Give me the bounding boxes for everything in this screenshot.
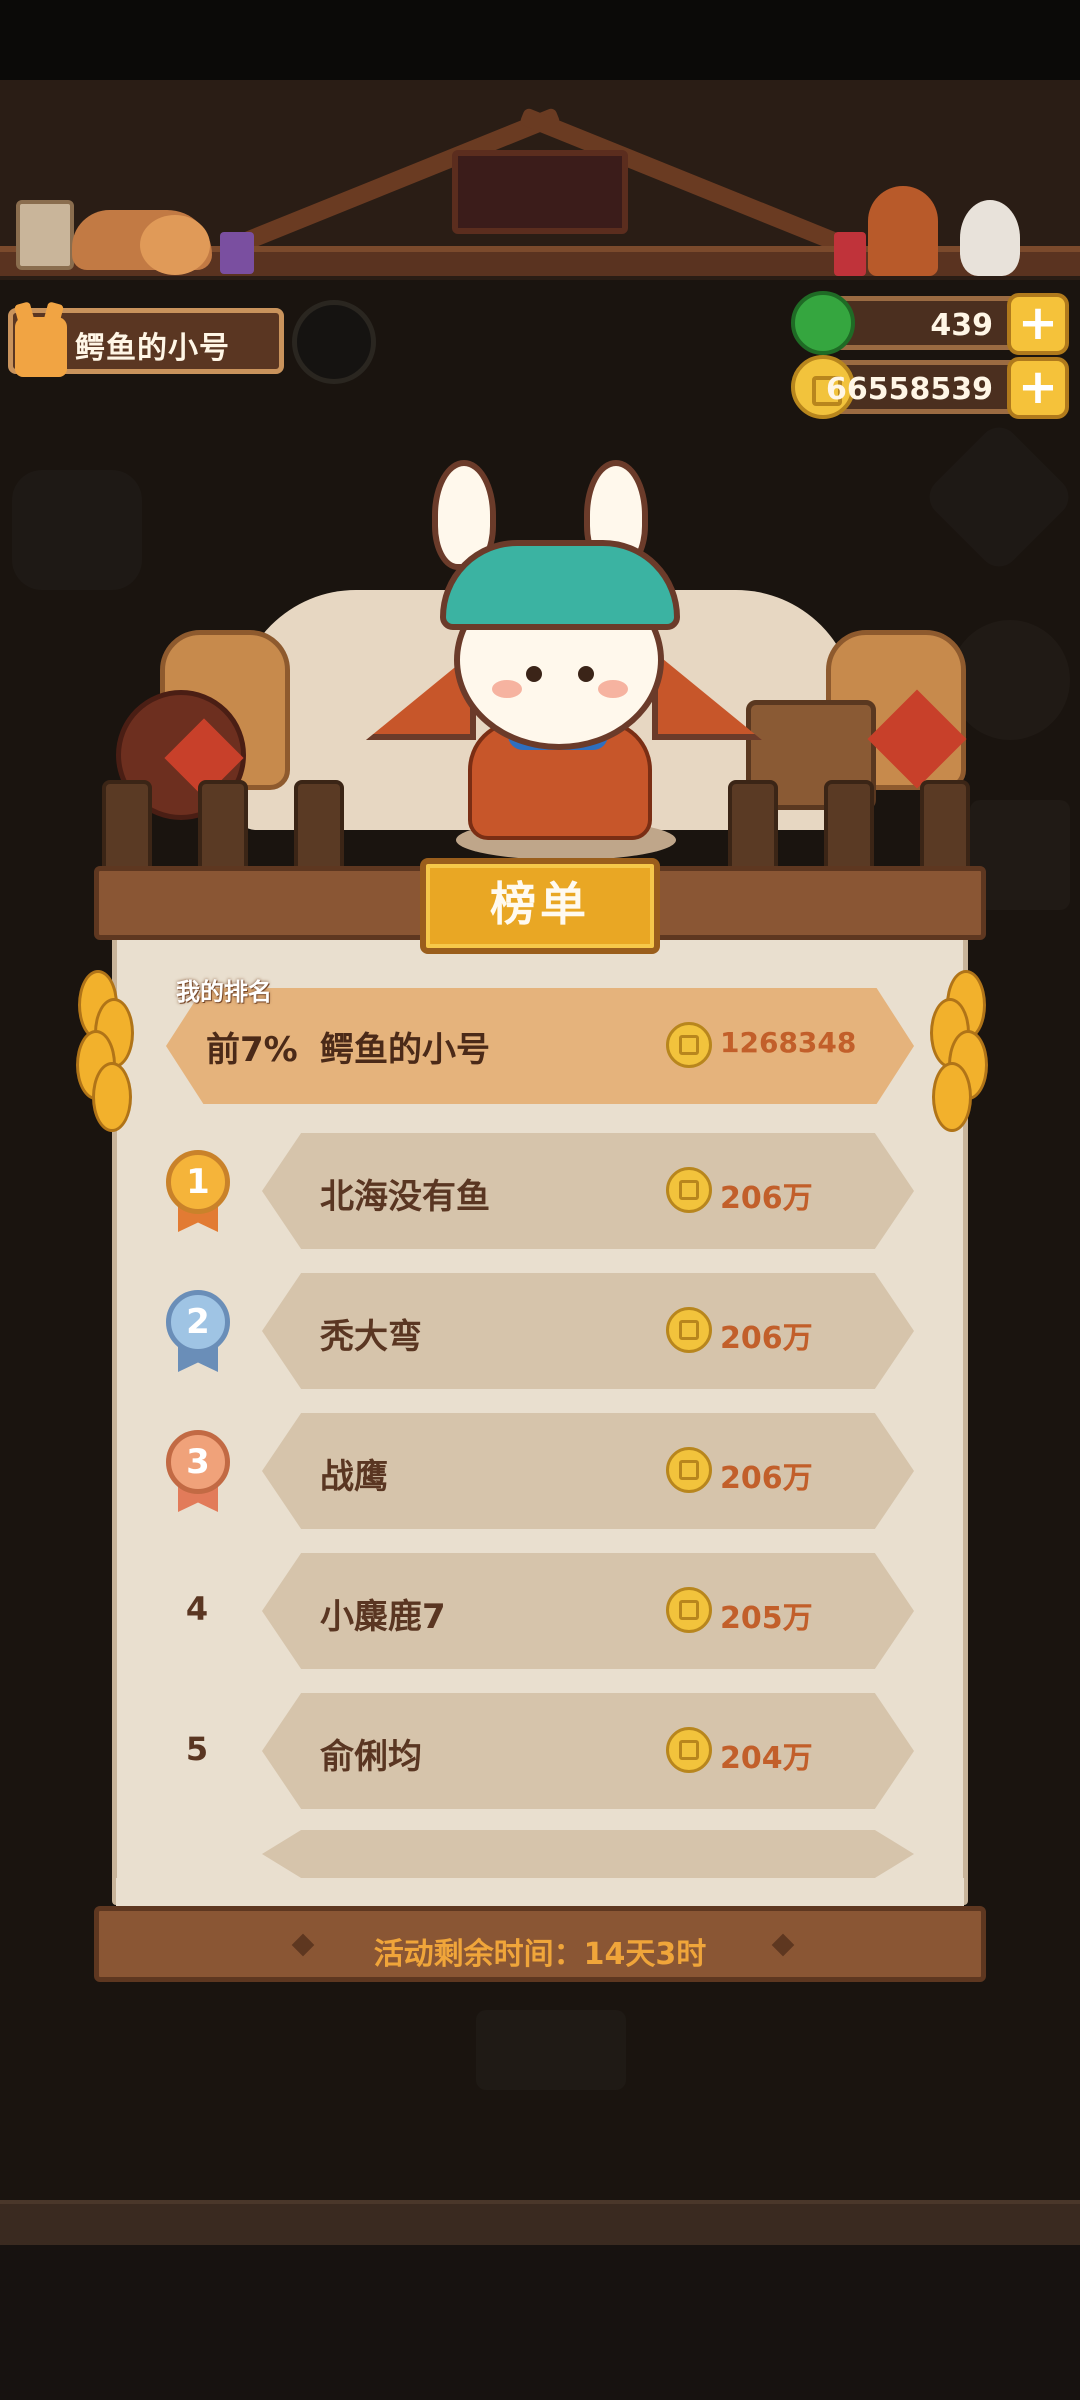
corn-decoration xyxy=(926,970,996,1140)
leaderboard-title-plaque: 榜单 xyxy=(420,858,660,954)
gold-value: 66558539 xyxy=(826,372,993,407)
fence xyxy=(96,780,984,870)
bronze-medal-icon: 3 xyxy=(164,1430,232,1512)
energy-counter: 439 + xyxy=(791,291,1069,355)
girl-decoration xyxy=(868,186,938,276)
list-item[interactable]: 战鹰 206万 xyxy=(262,1413,914,1529)
mascot-opera-hat xyxy=(440,540,680,630)
floor xyxy=(0,2200,1080,2245)
add-energy-button[interactable]: + xyxy=(1007,293,1069,355)
energy-value: 439 xyxy=(930,308,993,343)
list-item[interactable]: 小麋鹿7 205万 xyxy=(262,1553,914,1669)
gold-counter: 66558539 + xyxy=(791,355,1069,419)
gold-coin-icon xyxy=(666,1447,712,1493)
gold-coin-icon xyxy=(666,1022,712,1068)
entry-score: 206万 xyxy=(720,1461,813,1496)
entry-score: 206万 xyxy=(720,1321,813,1356)
decoration-box xyxy=(16,200,74,270)
my-rank-name: 鳄鱼的小号 xyxy=(320,1030,490,1070)
doll-decoration xyxy=(960,200,1020,276)
entry-name: 战鹰 xyxy=(320,1457,388,1497)
gold-coin-icon xyxy=(666,1727,712,1773)
leaderboard-title: 榜单 xyxy=(490,877,590,931)
avatar xyxy=(9,301,73,383)
my-rank-score: 1268348 xyxy=(720,1026,857,1059)
roof-sign xyxy=(452,150,628,234)
rank-number: 4 xyxy=(185,1590,209,1628)
green-coin-icon xyxy=(791,291,855,355)
corn-decoration xyxy=(72,970,142,1140)
entry-name: 小麋鹿7 xyxy=(320,1597,446,1637)
entry-name: 北海没有鱼 xyxy=(320,1177,490,1217)
list-item[interactable]: 秃大弯 206万 xyxy=(262,1273,914,1389)
list-item-partial[interactable] xyxy=(262,1830,914,1878)
gold-coin-icon xyxy=(666,1167,712,1213)
entry-score: 206万 xyxy=(720,1181,813,1216)
gold-medal-icon: 1 xyxy=(164,1150,232,1232)
dimmed-market-button xyxy=(476,2010,626,2090)
my-rank-row: 前7% 鳄鱼的小号 1268348 xyxy=(166,988,914,1104)
leaderboard-stage xyxy=(96,460,984,890)
my-rank-percentile: 前7% xyxy=(206,1030,298,1070)
entry-name: 秃大弯 xyxy=(320,1317,422,1357)
entry-score: 204万 xyxy=(720,1741,813,1776)
red-jar-decoration xyxy=(834,232,866,276)
bottom-area xyxy=(0,2245,1080,2400)
dimmed-profile-icon xyxy=(292,300,376,384)
cat-head-decoration xyxy=(140,215,210,275)
entry-score: 205万 xyxy=(720,1601,813,1636)
list-item[interactable]: 俞俐均 204万 xyxy=(262,1693,914,1809)
entry-name: 俞俐均 xyxy=(320,1737,422,1777)
player-badge[interactable]: 鳄鱼的小号 xyxy=(8,301,284,377)
silver-medal-icon: 2 xyxy=(164,1290,232,1372)
rank-number: 5 xyxy=(185,1730,209,1768)
event-timer-bar: 活动剩余时间：14天3时 xyxy=(94,1906,986,1982)
jar-decoration xyxy=(220,232,254,274)
event-remaining-time: 活动剩余时间：14天3时 xyxy=(373,1937,707,1972)
add-gold-button[interactable]: + xyxy=(1007,357,1069,419)
player-name: 鳄鱼的小号 xyxy=(75,331,230,366)
gold-coin-icon xyxy=(666,1587,712,1633)
list-item[interactable]: 北海没有鱼 206万 xyxy=(262,1133,914,1249)
my-rank-label: 我的排名 xyxy=(176,978,272,1006)
gold-coin-icon xyxy=(666,1307,712,1353)
